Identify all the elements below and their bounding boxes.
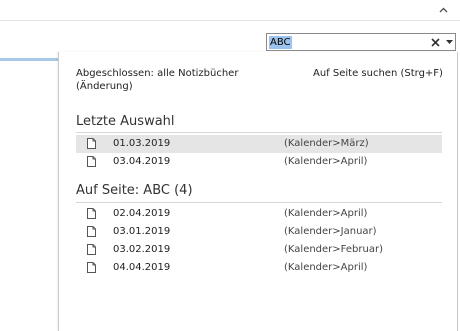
result-row[interactable]: 01.03.2019 (Kalender>März) (76, 135, 442, 153)
page-icon (87, 138, 96, 149)
result-row[interactable]: 03.01.2019 (Kalender>Januar) (76, 223, 442, 241)
result-title: 04.04.2019 (113, 262, 171, 273)
search-input[interactable]: ABC (269, 36, 292, 49)
page-icon (87, 226, 96, 237)
on-page-results-header: Auf Seite: ABC (4) (76, 183, 193, 198)
page-icon (87, 262, 96, 273)
chevron-up-icon (439, 7, 447, 13)
result-path: (Kalender>April) (284, 156, 368, 167)
result-path: (Kalender>März) (284, 138, 369, 149)
result-path: (Kalender>April) (284, 262, 368, 273)
result-title: 03.01.2019 (113, 226, 171, 237)
search-on-page-link[interactable]: Auf Seite suchen (Strg+F) (313, 67, 443, 80)
result-path: (Kalender>Februar) (284, 244, 383, 255)
recent-picks-divider (76, 132, 442, 133)
page-area (0, 61, 58, 331)
result-row[interactable]: 02.04.2019 (Kalender>April) (76, 205, 442, 223)
onenote-search-window: ABC Abgeschlossen: alle Notizbücher (Änd… (0, 0, 460, 331)
clear-search-button[interactable] (429, 34, 441, 50)
collapse-ribbon-button[interactable] (436, 3, 450, 17)
result-row[interactable]: 04.04.2019 (Kalender>April) (76, 259, 442, 277)
result-row[interactable]: 03.04.2019 (Kalender>April) (76, 153, 442, 171)
result-title: 02.04.2019 (113, 208, 171, 219)
result-path: (Kalender>Januar) (284, 226, 377, 237)
ribbon-strip (0, 0, 460, 21)
search-results-panel: Abgeschlossen: alle Notizbücher (Änderun… (58, 52, 458, 331)
change-scope-link[interactable]: (Änderung) (76, 80, 276, 93)
page-icon (87, 208, 96, 219)
scope-label: Abgeschlossen: alle Notizbücher (76, 68, 239, 79)
result-path: (Kalender>April) (284, 208, 368, 219)
result-title: 03.04.2019 (113, 156, 171, 167)
on-page-results-divider (76, 202, 442, 203)
result-title: 01.03.2019 (113, 138, 171, 149)
close-icon (430, 37, 440, 47)
search-scope[interactable]: Abgeschlossen: alle Notizbücher (Änderun… (76, 67, 276, 93)
chevron-down-icon (445, 40, 453, 44)
page-icon (87, 156, 96, 167)
result-title: 03.02.2019 (113, 244, 171, 255)
result-row[interactable]: 03.02.2019 (Kalender>Februar) (76, 241, 442, 259)
page-icon (87, 244, 96, 255)
recent-picks-header: Letzte Auswahl (76, 114, 175, 129)
search-box[interactable]: ABC (266, 33, 456, 51)
search-scope-dropdown[interactable] (444, 34, 454, 50)
